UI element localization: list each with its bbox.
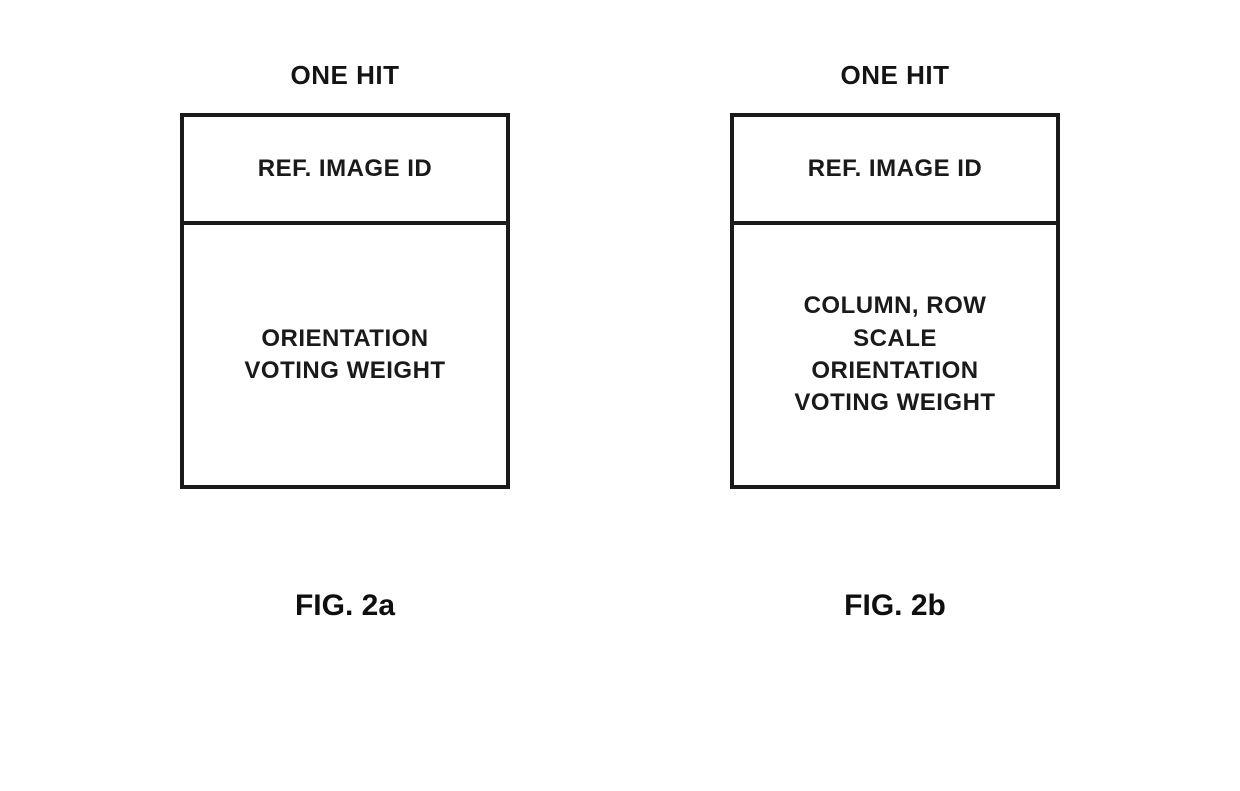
figure-2a-bottom-line1: ORIENTATION: [261, 323, 428, 355]
figure-2a-box: REF. IMAGE ID ORIENTATION VOTING WEIGHT: [180, 113, 510, 489]
figure-2a-top-cell: REF. IMAGE ID: [184, 117, 506, 225]
figure-2b-bottom-line3: ORIENTATION: [811, 355, 978, 387]
figure-2b-caption: FIG. 2b: [844, 589, 946, 623]
figure-2a-title: ONE HIT: [291, 60, 400, 91]
figure-2a-top-cell-text: REF. IMAGE ID: [258, 153, 433, 185]
figure-2b-bottom-line1: COLUMN, ROW: [804, 290, 987, 322]
figure-2b-bottom-cell: COLUMN, ROW SCALE ORIENTATION VOTING WEI…: [734, 225, 1056, 485]
figure-2b-box: REF. IMAGE ID COLUMN, ROW SCALE ORIENTAT…: [730, 113, 1060, 489]
figure-2b-bottom-line2: SCALE: [853, 323, 937, 355]
figure-2b-title: ONE HIT: [841, 60, 950, 91]
figure-2b-top-cell: REF. IMAGE ID: [734, 117, 1056, 225]
figure-2a-bottom-line2: VOTING WEIGHT: [244, 355, 445, 387]
figure-2b-bottom-line4: VOTING WEIGHT: [794, 387, 995, 419]
figure-2a: ONE HIT REF. IMAGE ID ORIENTATION VOTING…: [180, 60, 510, 623]
figure-2b: ONE HIT REF. IMAGE ID COLUMN, ROW SCALE …: [730, 60, 1060, 623]
figure-2b-top-cell-text: REF. IMAGE ID: [808, 153, 983, 185]
diagram-container: ONE HIT REF. IMAGE ID ORIENTATION VOTING…: [0, 60, 1240, 623]
figure-2a-caption: FIG. 2a: [295, 589, 395, 623]
figure-2a-bottom-cell: ORIENTATION VOTING WEIGHT: [184, 225, 506, 485]
